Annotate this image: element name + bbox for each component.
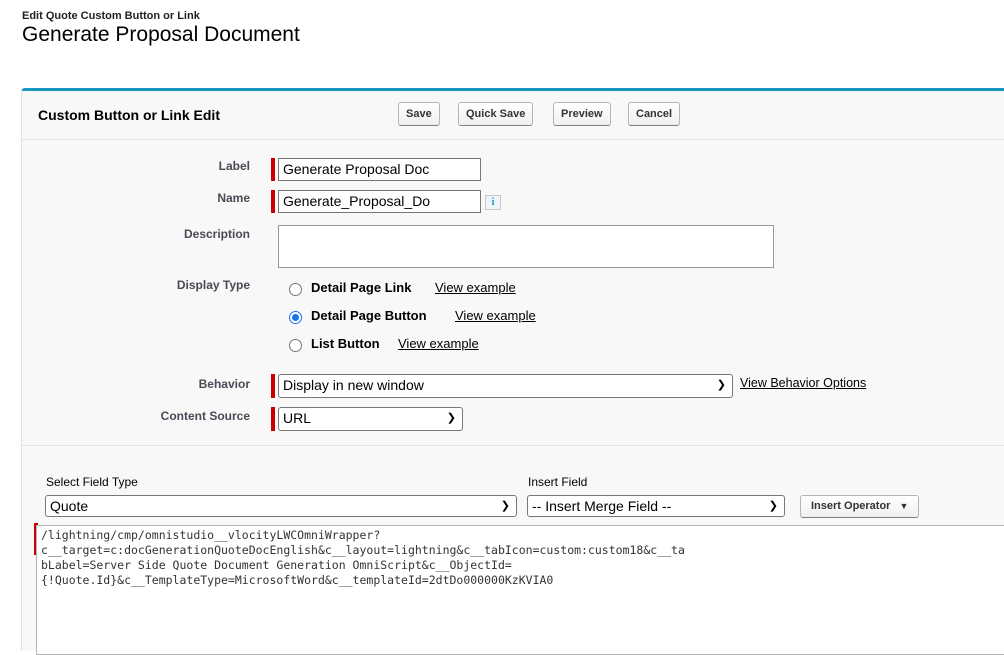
insert-operator-button[interactable]: Insert Operator ▼ (800, 495, 920, 518)
edit-panel: Custom Button or Link Edit Save Quick Sa… (21, 88, 1004, 655)
triangle-down-icon: ▼ (899, 501, 909, 511)
preview-button[interactable]: Preview (553, 102, 611, 126)
insert-field-label: Insert Field (528, 475, 588, 489)
radio-label-detail-page-link: Detail Page Link (311, 280, 412, 295)
view-behavior-options-link[interactable]: View Behavior Options (740, 376, 866, 390)
name-field-label: Name (217, 191, 250, 205)
insert-operator-label: Insert Operator (811, 500, 891, 512)
page-header: Edit Quote Custom Button or Link Generat… (22, 10, 300, 47)
behavior-select[interactable]: Display in new window ❯ (278, 374, 733, 398)
chevron-down-icon: ❯ (716, 379, 726, 391)
label-input[interactable]: Generate Proposal Doc (278, 158, 481, 181)
radio-detail-page-button[interactable] (289, 311, 302, 324)
required-indicator (271, 158, 275, 181)
radio-label-detail-page-button: Detail Page Button (311, 308, 427, 323)
radio-detail-page-link[interactable] (289, 283, 302, 296)
select-field-type-select[interactable]: Quote ❯ (45, 495, 517, 517)
content-source-select[interactable]: URL ❯ (278, 407, 463, 431)
radio-list-button[interactable] (289, 339, 302, 352)
label-field-label: Label (218, 159, 250, 173)
cancel-button[interactable]: Cancel (628, 102, 681, 126)
page-subtitle: Edit Quote Custom Button or Link (22, 10, 200, 22)
select-field-type-label: Select Field Type (46, 475, 138, 489)
view-example-link[interactable]: View example (435, 280, 516, 295)
save-button[interactable]: Save (398, 102, 440, 126)
formula-code-editor[interactable]: /lightning/cmp/omnistudio__vlocityLWCOmn… (36, 525, 1004, 655)
required-indicator (271, 407, 275, 431)
select-field-type-value: Quote (50, 498, 89, 514)
info-icon[interactable]: i (485, 195, 501, 210)
view-example-link[interactable]: View example (398, 336, 479, 351)
radio-label-list-button: List Button (311, 336, 380, 351)
name-input[interactable]: Generate_Proposal_Do (278, 190, 481, 213)
behavior-label: Behavior (198, 377, 250, 391)
behavior-select-value: Display in new window (283, 377, 424, 393)
chevron-down-icon: ❯ (500, 500, 510, 512)
chevron-down-icon: ❯ (446, 412, 456, 424)
description-textarea[interactable] (278, 225, 774, 268)
panel-title: Custom Button or Link Edit (38, 107, 220, 123)
content-source-label: Content Source (160, 409, 250, 423)
required-indicator (271, 374, 275, 398)
display-type-label: Display Type (176, 278, 250, 292)
insert-merge-field-select[interactable]: -- Insert Merge Field -- ❯ (527, 495, 785, 517)
quick-save-button[interactable]: Quick Save (458, 102, 534, 126)
required-indicator (271, 190, 275, 213)
insert-merge-field-value: -- Insert Merge Field -- (532, 498, 672, 514)
panel-header: Custom Button or Link Edit Save Quick Sa… (22, 91, 1004, 140)
content-source-select-value: URL (283, 410, 312, 426)
chevron-down-icon: ❯ (768, 500, 778, 512)
description-field-label: Description (183, 227, 250, 241)
page-title: Generate Proposal Document (22, 23, 300, 46)
view-example-link[interactable]: View example (455, 308, 536, 323)
section-divider (22, 445, 1004, 446)
